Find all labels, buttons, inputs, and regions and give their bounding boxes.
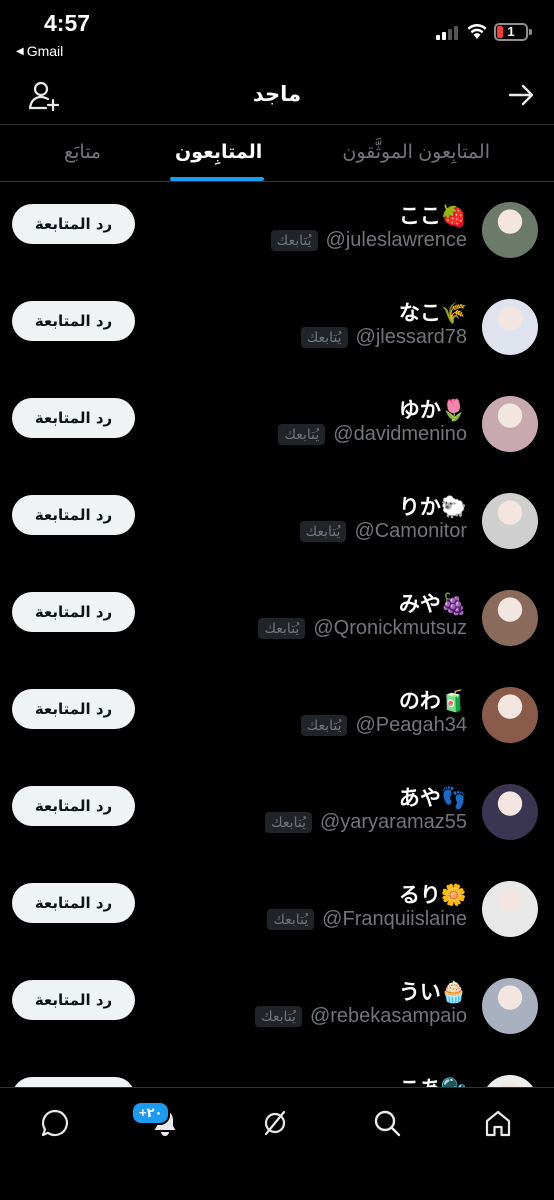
list-item[interactable]: あや👣 يُتابعك @yaryaramaz55 رد المتابعة [0, 764, 554, 861]
user-name: りか🐑 [398, 496, 467, 519]
cellular-signal-icon [436, 26, 458, 40]
user-name: なこ🌾 [398, 302, 467, 325]
follows-you-badge: يُتابعك [258, 618, 306, 639]
avatar[interactable] [482, 396, 538, 452]
follow-back-button[interactable]: رد المتابعة [12, 204, 135, 244]
list-item[interactable]: うい🧁 يُتابعك @rebekasampaio رد المتابعة [0, 958, 554, 1055]
wifi-icon [467, 23, 487, 39]
user-handle: @jlessard78 [355, 326, 467, 348]
list-item[interactable]: ゆか🌷 يُتابعك @davidmenino رد المتابعة [0, 376, 554, 473]
follow-back-button[interactable]: رد المتابعة [12, 301, 135, 341]
avatar[interactable] [482, 784, 538, 840]
follows-you-badge: يُتابعك [299, 521, 347, 542]
avatar[interactable] [482, 202, 538, 258]
follows-you-badge: يُتابعك [300, 327, 348, 348]
slash-circle-icon[interactable] [260, 1108, 290, 1138]
avatar[interactable] [482, 687, 538, 743]
avatar[interactable] [482, 881, 538, 937]
list-item[interactable]: ここ🍓 يُتابعك @juleslawrence رد المتابعة [0, 182, 554, 279]
avatar[interactable] [482, 493, 538, 549]
user-handle: @juleslawrence [325, 229, 467, 251]
user-handle: @Peagah34 [355, 714, 467, 736]
notification-count-badge: +٢٠ [131, 1101, 171, 1125]
list-item[interactable]: こあ🫧 رد المتابعة [0, 1055, 554, 1087]
avatar[interactable] [482, 978, 538, 1034]
user-name: のわ🧃 [398, 690, 467, 713]
active-tab-indicator [170, 177, 264, 181]
tab-followers[interactable]: المتابِعون [175, 141, 262, 164]
status-time: 4:57 [44, 10, 91, 36]
follow-back-button[interactable]: رد المتابعة [12, 689, 135, 729]
follows-you-badge: يُتابعك [270, 230, 318, 251]
user-name: みや🍇 [398, 593, 467, 616]
battery-tip [529, 29, 532, 35]
tab-following[interactable]: متابَع [64, 141, 101, 164]
user-name: るり🌼 [398, 884, 467, 907]
battery-level: 1 [507, 24, 515, 39]
home-icon[interactable] [483, 1108, 513, 1138]
follows-you-badge: يُتابعك [278, 424, 326, 445]
page-title: ماجد [252, 83, 302, 106]
profile-header: ماجد [0, 64, 554, 124]
avatar[interactable] [482, 1075, 538, 1087]
user-name: ここ🍓 [398, 205, 467, 228]
back-triangle-icon: ◀ [16, 45, 24, 57]
tab-bar: المتابِعون الموثَّقون المتابِعون متابَع [0, 124, 554, 182]
user-handle: @yaryaramaz55 [319, 811, 467, 833]
back-to-app-link[interactable]: ◀ Gmail [16, 43, 63, 59]
list-item[interactable]: みや🍇 يُتابعك @Qronickmutsuz رد المتابعة [0, 570, 554, 667]
search-icon[interactable] [372, 1108, 402, 1138]
arrow-right-icon[interactable] [506, 80, 536, 110]
follow-back-button[interactable]: رد المتابعة [12, 495, 135, 535]
avatar[interactable] [482, 299, 538, 355]
user-name: ゆか🌷 [398, 399, 467, 422]
follows-you-badge: يُتابعك [267, 909, 315, 930]
follows-you-badge: يُتابعك [265, 812, 312, 833]
chat-icon[interactable] [40, 1108, 70, 1138]
bottom-nav: +٢٠ [0, 1087, 554, 1200]
list-item[interactable]: りか🐑 يُتابعك @Camonitor رد المتابعة [0, 473, 554, 570]
battery-icon: 1 [494, 23, 528, 41]
follow-back-button[interactable]: رد المتابعة [12, 786, 135, 826]
user-name: うい🧁 [398, 981, 467, 1004]
user-handle: @Camonitor [354, 520, 467, 542]
follows-you-badge: يُتابعك [300, 715, 348, 736]
user-handle: @davidmenino [333, 423, 467, 445]
list-item[interactable]: のわ🧃 يُتابعك @Peagah34 رد المتابعة [0, 667, 554, 764]
follow-back-button[interactable]: رد المتابعة [12, 883, 135, 923]
back-app-label: Gmail [26, 43, 64, 59]
follow-back-button[interactable]: رد المتابعة [12, 398, 135, 438]
tab-verified-followers[interactable]: المتابِعون الموثَّقون [342, 141, 490, 164]
avatar[interactable] [482, 590, 538, 646]
follows-you-badge: يُتابعك [255, 1006, 302, 1027]
user-name: あや👣 [398, 787, 467, 810]
follow-back-button[interactable]: رد المتابعة [12, 592, 135, 632]
user-handle: @Qronickmutsuz [313, 617, 467, 639]
follow-back-button[interactable]: رد المتابعة [12, 980, 135, 1020]
user-handle: @rebekasampaio [309, 1005, 467, 1027]
list-item[interactable]: なこ🌾 يُتابعك @jlessard78 رد المتابعة [0, 279, 554, 376]
followers-list[interactable]: ここ🍓 يُتابعك @juleslawrence رد المتابعة なこ… [0, 182, 554, 1087]
follow-back-button[interactable]: رد المتابعة [12, 1077, 135, 1087]
user-name: こあ🫧 [399, 1073, 467, 1087]
user-handle: @Franquiislaine [322, 908, 467, 930]
list-item[interactable]: るり🌼 يُتابعك @Franquiislaine رد المتابعة [0, 861, 554, 958]
status-bar: 4:57 ◀ Gmail 1 [0, 0, 554, 64]
